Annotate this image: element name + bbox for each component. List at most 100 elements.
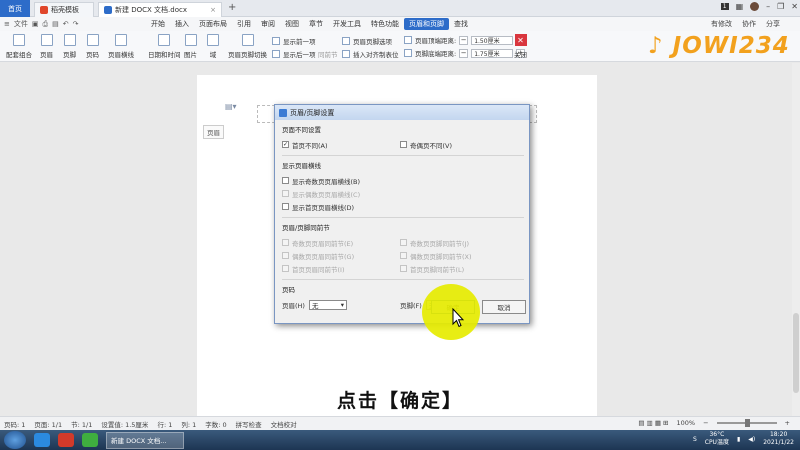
date-time-button[interactable]: 日期和时间: [148, 34, 181, 59]
even-footer-same-checkbox[interactable]: 偶数页页脚同前节(X): [400, 251, 518, 261]
footer-button[interactable]: 页脚: [63, 34, 76, 59]
show-prev-button[interactable]: 显示前一项: [272, 36, 316, 46]
tab-document[interactable]: 新建 DOCX 文档.docx ×: [98, 2, 222, 17]
checkbox: [400, 141, 407, 148]
redo-icon[interactable]: ↷: [73, 20, 79, 28]
field-button[interactable]: 域: [207, 34, 219, 59]
checkbox-label: 显示奇数页页眉横线(B): [292, 177, 361, 186]
dialog-titlebar: 页眉/页脚设置: [275, 105, 529, 120]
footer-bottom-input[interactable]: 1.75厘米: [471, 48, 514, 58]
cancel-button[interactable]: 取消: [482, 300, 526, 314]
show-next-button[interactable]: 显示后一项: [272, 49, 316, 59]
header-footer-settings-dialog: 页眉/页脚设置 页面不同设置 ✓ 首页不同(A) 奇偶页不同(V) 显示页眉横线 …: [274, 104, 530, 324]
spell-check-button[interactable]: 拼写检查: [236, 419, 262, 429]
header-distance-icon: [404, 36, 412, 44]
system-tray: S 36°C CPU温度 ▮ ◀) 18:20 2021/1/22: [693, 431, 794, 447]
zoom-out-icon[interactable]: −: [703, 419, 708, 427]
show-next-label: 显示后一项: [283, 51, 316, 59]
prev-icon: [272, 37, 280, 45]
zoom-in-icon[interactable]: +: [785, 419, 790, 427]
ie-icon[interactable]: [34, 433, 50, 447]
menu-item[interactable]: 页面布局: [194, 18, 232, 30]
menu-icon[interactable]: ≡: [4, 20, 10, 28]
odd-header-line-checkbox[interactable]: 显示奇数页页眉横线(B): [282, 176, 400, 186]
taskbar-task-wps[interactable]: 新建 DOCX 文档...: [106, 431, 184, 449]
search-menu[interactable]: 查找: [449, 18, 473, 30]
footer-icon: [63, 34, 76, 46]
watermark-logo: ♪ JOWI234: [648, 33, 790, 59]
checkbox-label: 首页页眉同前节(I): [292, 265, 345, 274]
hf-options-button[interactable]: 页眉页脚选项: [342, 36, 392, 46]
first-page-different-checkbox[interactable]: ✓ 首页不同(A): [282, 140, 400, 150]
menu-item[interactable]: 审阅: [256, 18, 280, 30]
grid-icon[interactable]: ▦: [736, 2, 744, 11]
menu-item[interactable]: 页眉和页脚: [404, 18, 449, 30]
menu-item[interactable]: 特色功能: [366, 18, 404, 30]
netease-music-icon[interactable]: [58, 433, 74, 447]
page-diff-group: 页面不同设置 ✓ 首页不同(A) 奇偶页不同(V): [282, 124, 524, 156]
decrease-header-distance[interactable]: −: [459, 35, 469, 45]
even-header-same-checkbox[interactable]: 偶数页页眉同前节(G): [282, 251, 400, 261]
checkbox-label: 偶数页页眉同前节(G): [292, 252, 355, 261]
preview-icon[interactable]: ▤: [52, 20, 59, 28]
status-pages: 页面: 1/1: [34, 420, 63, 429]
new-tab-icon[interactable]: +: [228, 2, 236, 13]
checkbox: [400, 265, 407, 272]
close-header-footer-button[interactable]: ✕ 关闭: [514, 34, 527, 59]
edit-status-button[interactable]: 有修改: [711, 19, 732, 29]
close-window-icon[interactable]: ✕: [791, 2, 798, 11]
picture-button[interactable]: 图片: [184, 34, 197, 59]
tab-document-label: 新建 DOCX 文档.docx: [115, 6, 187, 14]
select-value: 无: [311, 301, 319, 310]
file-menu[interactable]: 文件: [14, 19, 28, 29]
view-mode-icon[interactable]: ▤ ▥ ▦ ⊞: [638, 419, 668, 427]
footer-bottom-label: 页脚底端距离:: [415, 50, 457, 58]
page-number-button[interactable]: 页码: [86, 34, 99, 59]
input-method-icon[interactable]: S: [693, 436, 697, 443]
same-as-prev-button[interactable]: 同前节: [318, 49, 338, 59]
header-button[interactable]: 页眉: [40, 34, 53, 59]
collaborate-button[interactable]: 协作: [742, 19, 756, 29]
show-prev-label: 显示前一项: [283, 38, 316, 46]
share-button[interactable]: 分享: [766, 19, 780, 29]
maximize-icon[interactable]: ❐: [777, 2, 784, 11]
undo-icon[interactable]: ↶: [63, 20, 69, 28]
header-number-select[interactable]: 无 ▾: [308, 299, 347, 310]
save-icon[interactable]: ▣: [32, 20, 39, 28]
odd-footer-same-checkbox[interactable]: 奇数页页脚同前节(J): [400, 238, 518, 248]
volume-icon[interactable]: ◀): [748, 436, 755, 443]
first-header-line-checkbox[interactable]: 显示首页页眉横线(D): [282, 202, 400, 212]
menu-item[interactable]: 开发工具: [328, 18, 366, 30]
matching-combo-button[interactable]: 配套组合: [6, 34, 32, 59]
tab-home[interactable]: 首页: [0, 0, 30, 17]
header-line-button[interactable]: 页眉横线: [108, 34, 134, 59]
first-footer-same-checkbox[interactable]: 首页页脚同前节(L): [400, 264, 518, 274]
menu-item[interactable]: 引用: [232, 18, 256, 30]
first-header-same-checkbox[interactable]: 首页页眉同前节(I): [282, 264, 400, 274]
odd-header-same-checkbox[interactable]: 奇数页页眉同前节(E): [282, 238, 400, 248]
decrease-footer-distance[interactable]: −: [459, 48, 469, 58]
header-top-input[interactable]: 1.50厘米: [471, 35, 514, 45]
menu-item[interactable]: 插入: [170, 18, 194, 30]
avatar[interactable]: [750, 2, 760, 11]
odd-even-different-checkbox[interactable]: 奇偶页不同(V): [400, 140, 518, 150]
minimize-icon[interactable]: –: [766, 2, 770, 11]
clock[interactable]: 18:20 2021/1/22: [763, 431, 794, 447]
menu-item[interactable]: 视图: [280, 18, 304, 30]
start-button[interactable]: [4, 431, 26, 449]
switch-header-footer-button[interactable]: 页眉页脚切换: [228, 34, 267, 59]
menu-item[interactable]: 章节: [304, 18, 328, 30]
menu-item[interactable]: 开始: [146, 18, 170, 30]
even-header-line-checkbox[interactable]: 显示偶数页页眉横线(C): [282, 189, 400, 199]
browser-icon[interactable]: [82, 433, 98, 447]
insert-align-tab-button[interactable]: 插入对齐制表位: [342, 49, 399, 59]
scroll-thumb[interactable]: [793, 313, 799, 393]
doc-check-button[interactable]: 文档校对: [271, 419, 297, 429]
print-icon[interactable]: ⎙: [43, 20, 49, 29]
combo-icon: [13, 34, 25, 46]
close-tab-icon[interactable]: ×: [210, 6, 216, 14]
vertical-scrollbar[interactable]: [792, 63, 800, 416]
zoom-slider[interactable]: [716, 419, 777, 427]
network-icon[interactable]: ▮: [737, 436, 740, 443]
tab-template[interactable]: 稻壳模板: [34, 2, 94, 17]
